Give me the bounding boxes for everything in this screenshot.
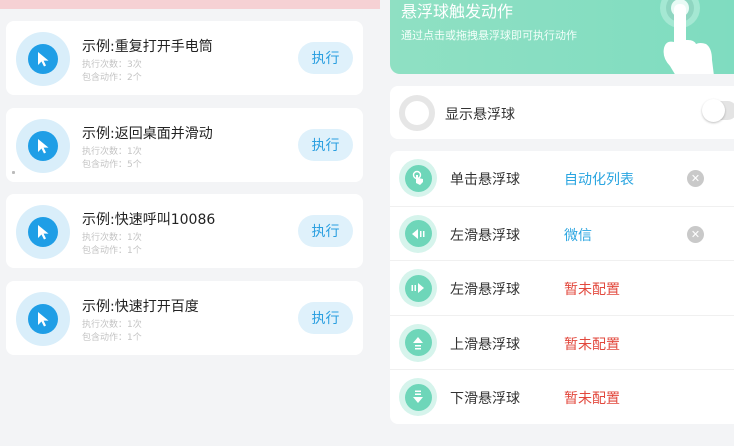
gesture-name: 左滑悬浮球	[450, 227, 520, 244]
cursor-icon	[38, 139, 49, 154]
top-status-strip	[0, 0, 380, 9]
gesture-action-list: 单击悬浮球 自动化列表 ✕ 左滑悬浮球 微信 ✕ 左滑悬浮球 暂未配置 上滑悬浮…	[390, 151, 734, 424]
divider-mark	[12, 171, 15, 174]
floating-ball-banner: 悬浮球触发动作 通过点击或拖拽悬浮球即可执行动作	[390, 0, 734, 74]
toggle-label: 显示悬浮球	[445, 107, 515, 123]
task-title: 示例:返回桌面并滑动	[82, 126, 213, 142]
task-icon	[16, 119, 70, 173]
run-button[interactable]: 执行	[298, 215, 353, 247]
task-title: 示例:重复打开手电筒	[82, 39, 213, 55]
list-item[interactable]: 下滑悬浮球 暂未配置	[390, 369, 734, 424]
task-action-count: 包含动作：1个	[82, 333, 142, 343]
task-title: 示例:快速打开百度	[82, 299, 199, 315]
list-item[interactable]: 单击悬浮球 自动化列表 ✕	[390, 151, 734, 206]
task-action-count: 包含动作：2个	[82, 73, 142, 83]
task-exec-count: 执行次数：1次	[82, 147, 142, 157]
clear-icon[interactable]: ✕	[687, 225, 704, 243]
banner-title: 悬浮球触发动作	[401, 2, 514, 21]
swipe-right-icon	[399, 269, 437, 308]
task-icon	[16, 205, 70, 259]
list-item[interactable]: 左滑悬浮球 暂未配置	[390, 260, 734, 316]
gesture-target[interactable]: 暂未配置	[564, 388, 620, 408]
cursor-icon	[38, 52, 49, 67]
task-card[interactable]: 示例:重复打开手电筒 执行次数：3次 包含动作：2个 执行	[6, 21, 363, 95]
swipe-left-icon	[399, 214, 437, 253]
swipe-down-icon	[399, 378, 437, 417]
ring-icon	[399, 95, 435, 131]
toggle-knob	[702, 99, 725, 122]
gesture-target[interactable]: 暂未配置	[564, 279, 620, 299]
task-exec-count: 执行次数：1次	[82, 233, 142, 243]
task-icon	[16, 32, 70, 86]
show-floating-ball-row[interactable]: 显示悬浮球	[390, 86, 734, 139]
run-button[interactable]: 执行	[298, 129, 353, 161]
run-button[interactable]: 执行	[298, 42, 353, 74]
task-title: 示例:快速呼叫10086	[82, 212, 216, 228]
clear-icon[interactable]: ✕	[687, 170, 704, 187]
gesture-name: 左滑悬浮球	[450, 282, 520, 299]
cursor-icon	[38, 312, 49, 327]
gesture-target[interactable]: 暂未配置	[564, 334, 620, 354]
gesture-name: 上滑悬浮球	[450, 336, 520, 353]
banner-subtitle: 通过点击或拖拽悬浮球即可执行动作	[401, 29, 577, 42]
swipe-up-icon	[399, 323, 437, 362]
task-exec-count: 执行次数：1次	[82, 320, 142, 330]
show-floating-ball-toggle[interactable]	[702, 99, 734, 122]
task-card[interactable]: 示例:快速打开百度 执行次数：1次 包含动作：1个 执行	[6, 281, 363, 355]
tap-icon	[399, 159, 437, 197]
task-action-count: 包含动作：5个	[82, 160, 142, 170]
list-item[interactable]: 上滑悬浮球 暂未配置	[390, 314, 734, 371]
task-icon	[16, 292, 70, 346]
gesture-name: 下滑悬浮球	[450, 391, 520, 408]
task-card[interactable]: 示例:返回桌面并滑动 执行次数：1次 包含动作：5个 执行	[6, 108, 363, 182]
hand-pointer-icon	[660, 0, 714, 74]
list-item[interactable]: 左滑悬浮球 微信 ✕	[390, 205, 734, 262]
task-action-count: 包含动作：1个	[82, 246, 142, 256]
gesture-target[interactable]: 自动化列表	[564, 169, 634, 189]
cursor-icon	[38, 225, 49, 240]
task-card[interactable]: 示例:快速呼叫10086 执行次数：1次 包含动作：1个 执行	[6, 194, 363, 268]
task-exec-count: 执行次数：3次	[82, 60, 142, 70]
gesture-name: 单击悬浮球	[450, 172, 520, 188]
gesture-target[interactable]: 微信	[564, 225, 592, 245]
run-button[interactable]: 执行	[298, 302, 353, 334]
